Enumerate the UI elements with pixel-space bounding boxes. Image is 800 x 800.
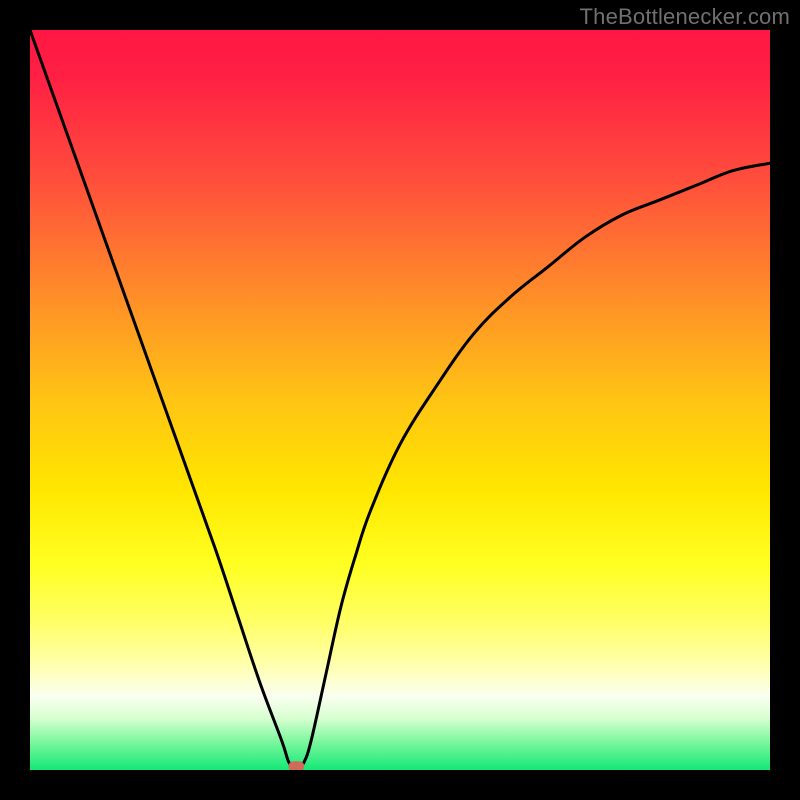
attribution-label: TheBottlenecker.com [580, 4, 790, 30]
minimum-marker [288, 761, 304, 770]
chart-svg [30, 30, 770, 770]
plot-area [30, 30, 770, 770]
chart-frame: TheBottlenecker.com [0, 0, 800, 800]
gradient-background [30, 30, 770, 770]
